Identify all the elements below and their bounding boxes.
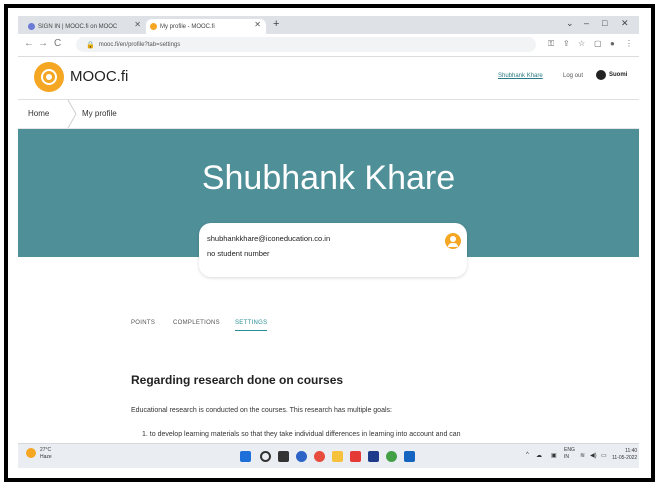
tab-strip: SIGN IN | MOOC.fi on MOOC ✕ My profile -… [18,16,639,34]
file-explorer-icon[interactable] [332,451,343,462]
clock-time: 11:40 [625,448,638,454]
close-tab-icon[interactable]: ✕ [134,20,141,29]
back-button[interactable]: ← [24,38,34,49]
tab-completions[interactable]: COMPLETIONS [173,320,220,326]
avatar-icon [445,233,461,249]
key-icon[interactable]: ⚿ [548,39,554,49]
cloud-icon[interactable]: ☁ [536,452,542,459]
lang-sub: IN [564,454,569,460]
weather-temp: 27°C [40,447,52,453]
language-indicator[interactable]: ENG IN [564,447,575,461]
tab-title: My profile - MOOC.fi [160,23,215,30]
battery-icon[interactable]: ▭ [601,452,607,459]
section-paragraph: Educational research is conducted on the… [131,407,392,414]
favicon-icon [150,23,157,30]
close-window-button[interactable]: ✕ [621,18,629,29]
url-text: mooc.fi/en/profile?tab=settings [98,41,181,48]
bookmark-star-icon[interactable]: ☆ [578,39,585,48]
volume-icon[interactable]: ◀) [590,452,597,459]
app-icon-dark[interactable] [368,451,379,462]
user-profile-link[interactable]: Shubhank Khare [498,73,543,79]
logout-link[interactable]: Log out [563,73,583,79]
breadcrumb-my-profile[interactable]: My profile [82,109,117,118]
lang-code: ENG [564,447,575,453]
search-icon[interactable] [260,451,271,462]
app-icon-green[interactable] [386,451,397,462]
profile-email: shubhankkhare@iconeducation.co.in [207,234,331,243]
breadcrumb: Home My profile [18,100,639,129]
profile-name: Shubhank Khare [201,159,456,197]
sidebar-icon[interactable]: ▢ [594,39,602,48]
browser-tab-signin[interactable]: SIGN IN | MOOC.fi on MOOC ✕ [24,19,146,34]
menu-icon[interactable]: ⋮ [625,39,633,48]
language-switch[interactable]: Suomi [609,72,627,78]
lock-icon: 🔒 [86,41,95,49]
share-icon[interactable]: ⇪ [563,39,570,48]
close-tab-icon[interactable]: ✕ [254,20,261,29]
forward-button[interactable]: → [38,38,48,49]
minimize-button[interactable]: – [584,18,589,28]
new-tab-button[interactable]: + [273,18,279,30]
app-icon-red[interactable] [350,451,361,462]
weather-icon[interactable] [26,448,36,458]
tray-chevron-icon[interactable]: ^ [526,452,529,458]
maximize-button[interactable]: □ [602,18,607,28]
clock[interactable]: 11:40 11-05-2022 [612,448,637,462]
mooc-logo-icon[interactable] [34,62,64,92]
tab-points[interactable]: POINTS [131,320,155,326]
wifi-icon[interactable]: ≋ [580,452,585,459]
app-icon-blue[interactable] [404,451,415,462]
profile-card: shubhankkhare@iconeducation.co.in no stu… [199,223,467,277]
profile-icon[interactable]: ● [610,39,615,48]
task-view-icon[interactable] [278,451,289,462]
screenshot-frame: SIGN IN | MOOC.fi on MOOC ✕ My profile -… [4,4,655,482]
tab-title: SIGN IN | MOOC.fi on MOOC [38,23,118,30]
favicon-icon [28,23,35,30]
breadcrumb-home[interactable]: Home [28,109,49,118]
weather-desc: Haze [40,454,52,460]
reload-button[interactable]: C [54,38,61,49]
tray-app-icon[interactable]: ▣ [551,452,557,459]
brand-name[interactable]: MOOC.fi [70,68,128,85]
breadcrumb-separator-icon [67,100,77,128]
student-number: no student number [207,249,270,258]
browser-tab-profile[interactable]: My profile - MOOC.fi ✕ [146,19,266,34]
tab-search-icon[interactable]: ⌄ [566,18,574,29]
taskbar: 27°C Haze ^ ☁ ▣ ENG IN ≋ ◀) ▭ 11:40 11-0… [18,443,639,468]
tab-settings[interactable]: SETTINGS [235,320,268,331]
chrome-icon[interactable] [314,451,325,462]
site-header: MOOC.fi Shubhank Khare Log out Suomi [18,57,639,100]
address-bar-row: ← → C 🔒 mooc.fi/en/profile?tab=settings … [18,34,639,57]
start-menu-icon[interactable] [240,451,251,462]
url-input[interactable]: 🔒 mooc.fi/en/profile?tab=settings [76,37,536,52]
chat-icon[interactable] [296,451,307,462]
globe-icon[interactable] [596,70,606,80]
clock-date: 11-05-2022 [612,455,638,461]
section-heading: Regarding research done on courses [131,373,344,387]
list-item: 1. to develop learning materials so that… [142,431,461,438]
weather-widget[interactable]: 27°C Haze [40,447,52,461]
browser-window: SIGN IN | MOOC.fi on MOOC ✕ My profile -… [18,16,639,468]
